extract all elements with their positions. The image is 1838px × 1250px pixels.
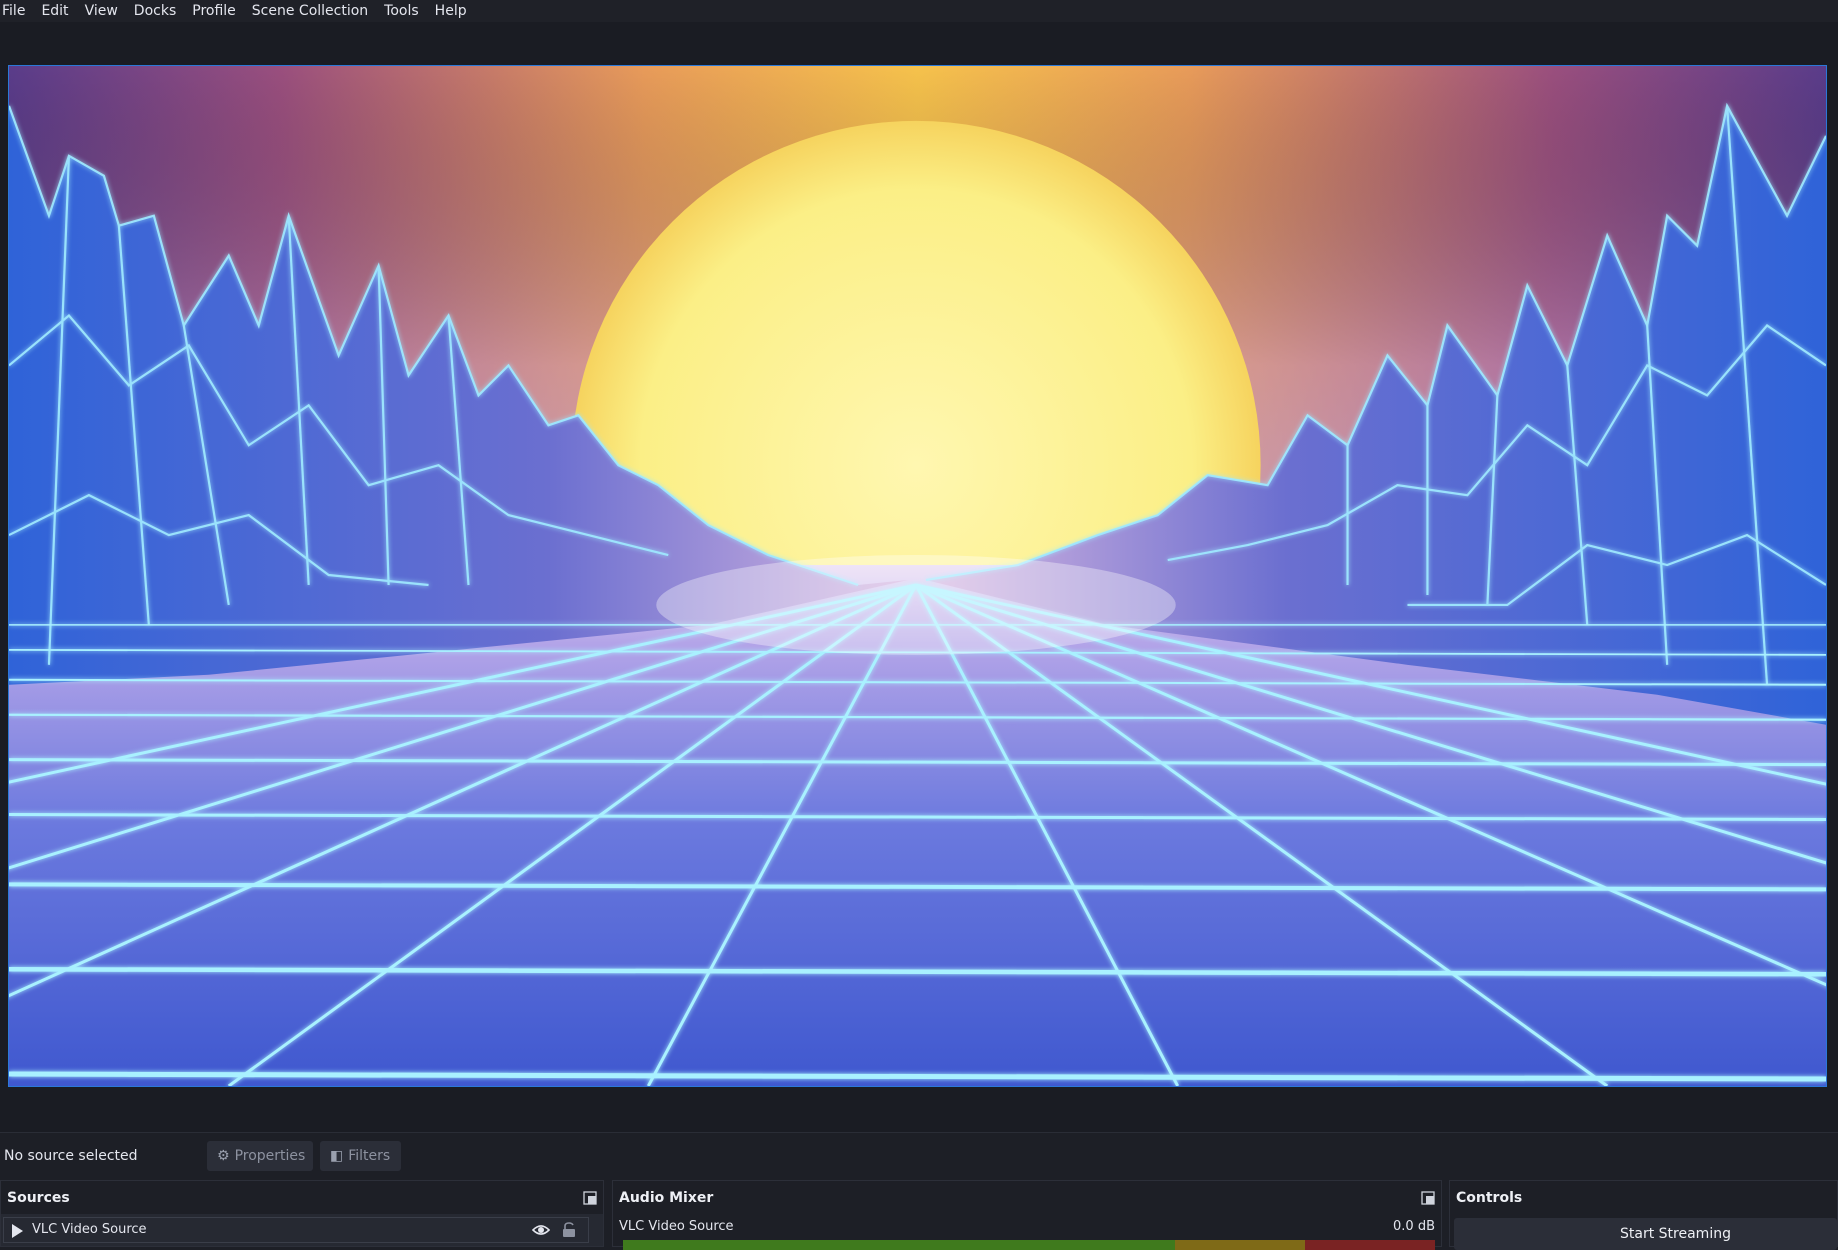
- visibility-eye-icon[interactable]: [532, 1223, 550, 1237]
- source-item-label: VLC Video Source: [32, 1222, 147, 1237]
- menu-help[interactable]: Help: [431, 0, 475, 22]
- source-item-vlc[interactable]: VLC Video Source: [3, 1217, 589, 1243]
- dock-float-icon[interactable]: [1421, 1191, 1435, 1205]
- filters-label: Filters: [348, 1148, 391, 1164]
- menu-edit[interactable]: Edit: [37, 0, 76, 22]
- properties-button[interactable]: ⚙ Properties: [207, 1141, 313, 1171]
- program-preview[interactable]: [8, 65, 1827, 1087]
- mixer-channel-name: VLC Video Source: [619, 1219, 734, 1234]
- unlock-icon[interactable]: [562, 1222, 576, 1238]
- menu-profile[interactable]: Profile: [188, 0, 244, 22]
- controls-dock-title: Controls: [1456, 1190, 1523, 1206]
- gear-icon: ⚙: [217, 1148, 230, 1164]
- audio-mixer-dock: Audio Mixer VLC Video Source 0.0 dB: [612, 1180, 1442, 1250]
- controls-body: Start Streaming: [1450, 1214, 1837, 1250]
- dock-float-icon[interactable]: [583, 1191, 597, 1205]
- properties-label: Properties: [234, 1148, 306, 1164]
- menu-docks[interactable]: Docks: [130, 0, 184, 22]
- controls-dock: Controls Start Streaming: [1449, 1180, 1838, 1250]
- preview-scene-image: [9, 66, 1826, 1086]
- menu-file[interactable]: File: [0, 0, 33, 22]
- menu-tools[interactable]: Tools: [380, 0, 427, 22]
- sources-dock-title: Sources: [7, 1190, 70, 1206]
- no-source-selected-text: No source selected: [4, 1148, 138, 1164]
- play-icon: [12, 1224, 23, 1238]
- sources-scrollbar[interactable]: [592, 1214, 602, 1246]
- context-bar: No source selected ⚙ Properties ◧ Filter…: [0, 1132, 1838, 1179]
- filters-button[interactable]: ◧ Filters: [320, 1141, 401, 1171]
- start-streaming-button[interactable]: Start Streaming: [1454, 1218, 1837, 1250]
- volume-meter: [623, 1240, 1435, 1250]
- audio-mixer-dock-title: Audio Mixer: [619, 1190, 714, 1206]
- menu-scene-collection[interactable]: Scene Collection: [248, 0, 376, 22]
- menu-view[interactable]: View: [81, 0, 126, 22]
- sources-dock: Sources VLC Video Source: [0, 1180, 604, 1247]
- menu-bar: File Edit View Docks Profile Scene Colle…: [0, 0, 1838, 22]
- filter-icon: ◧: [330, 1148, 344, 1164]
- sources-list: VLC Video Source: [1, 1214, 603, 1246]
- mixer-channel-level: 0.0 dB: [1393, 1219, 1435, 1234]
- audio-mixer-body: VLC Video Source 0.0 dB: [613, 1214, 1441, 1250]
